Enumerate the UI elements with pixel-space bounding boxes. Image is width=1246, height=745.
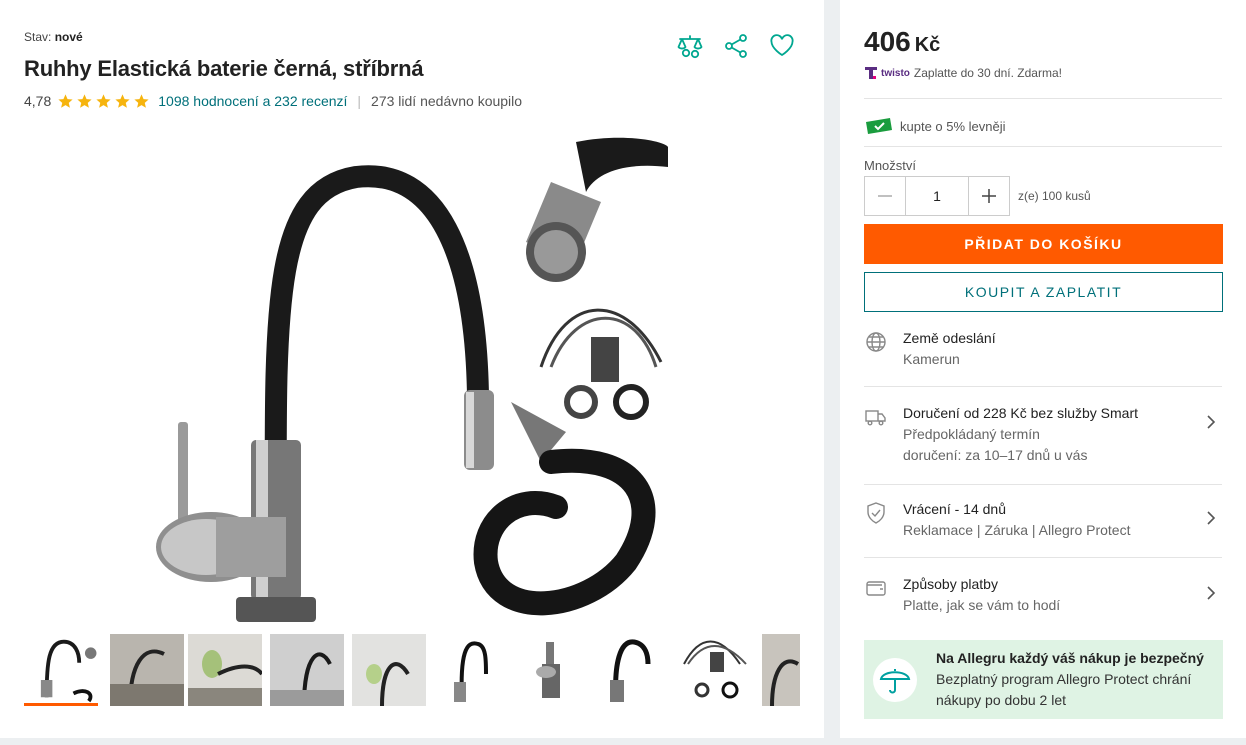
thumbnail[interactable] [270,634,344,707]
rating-value: 4,78 [24,93,52,109]
protect-text-1: Bezplatný program Allegro Protect chrání [936,671,1192,687]
reviews-link[interactable]: 1098 hodnocení a 232 recenzí [158,93,347,109]
buy-box: 406 Kč twisto Zaplatte do 30 dní. Zdarma!… [840,0,1246,738]
quantity-stepper [864,176,1010,216]
product-actions [676,32,796,60]
rating-row: 4,78 1098 hodnocení a 232 recenzí | 273 … [24,92,522,110]
info-title: Vrácení - 14 dnů [903,501,1006,517]
twisto-logo-icon [865,67,877,79]
product-main-image[interactable] [156,122,668,632]
protect-text-2: nákupy po dobu 2 let [936,692,1066,708]
quantity-label: Množství [864,158,917,173]
price-value: 406 [864,26,911,57]
product-panel: Stav: nové Ruhhy Elastická baterie černá… [0,0,824,738]
minus-icon [878,195,892,197]
add-to-cart-button[interactable]: PŘIDAT DO KOŠÍKU [864,224,1223,264]
globe-icon [866,332,886,352]
thumbnail[interactable] [188,634,264,706]
info-sub: Předpokládaný termín [903,426,1040,442]
star-icon [77,93,92,108]
divider [864,557,1222,558]
thumbnail[interactable] [24,634,98,706]
chevron-right-icon [1207,415,1216,429]
thumbnail[interactable] [352,634,426,707]
info-title: Země odeslání [903,330,996,346]
thumbnail-strip [24,634,800,708]
star-icon [96,93,111,108]
divider [864,146,1222,147]
thumbnail[interactable] [598,634,672,706]
star-icon [115,93,130,108]
thumbnail[interactable] [680,634,754,706]
condition-value: nové [54,30,83,44]
condition: Stav: nové [24,30,83,44]
chevron-right-icon [1207,586,1216,600]
quantity-decrease-button[interactable] [865,177,905,215]
thumbnail[interactable] [434,634,508,706]
chevron-right-icon [1207,511,1216,525]
info-sub-2: doručení: za 10–17 dnů u vás [903,447,1088,463]
rating-stars [57,93,152,110]
shipping-country-row: Země odeslání Kamerun [864,328,1222,370]
truck-icon [865,410,886,426]
bought-recently: 273 lidí nedávno koupilo [371,93,523,109]
umbrella-icon [873,657,917,702]
info-title: Doručení od 228 Kč bez služby Smart [903,405,1139,421]
discount-text: kupte o 5% levněji [900,118,1006,134]
payment-row[interactable]: Způsoby platby Platte, jak se vám to hod… [864,574,1222,616]
info-sub: Kamerun [903,351,960,367]
info-title: Způsoby platby [903,576,998,592]
info-sub: Reklamace | Záruka | Allegro Protect [903,522,1131,538]
divider [864,98,1222,99]
condition-label: Stav: [24,30,52,44]
plus-icon [982,189,996,203]
divider [864,484,1222,485]
thumbnail[interactable] [516,634,590,706]
protect-title: Na Allegru každý váš nákup je bezpečný [936,650,1204,666]
price: 406 Kč [864,26,940,58]
share-icon[interactable] [722,32,750,60]
delivery-row[interactable]: Doručení od 228 Kč bez služby Smart Před… [864,403,1222,466]
shield-icon [867,502,885,524]
heart-icon[interactable] [768,32,796,60]
twisto-text: Zaplatte do 30 dní. Zdarma! [913,66,1062,80]
twisto-offer[interactable]: twisto Zaplatte do 30 dní. Zdarma! [864,66,1062,80]
separator: | [357,93,362,109]
buy-now-button[interactable]: KOUPIT A ZAPLATIT [864,272,1223,312]
quantity-available: z(e) 100 kusů [1018,189,1091,203]
product-title: Ruhhy Elastická baterie černá, stříbrná [24,56,424,81]
price-currency: Kč [914,34,941,56]
wallet-icon [866,581,886,596]
allegro-protect-banner: Na Allegru každý váš nákup je bezpečný B… [864,640,1223,719]
scales-icon[interactable] [676,32,704,60]
quantity-increase-button[interactable] [969,177,1009,215]
discount-offer[interactable]: kupte o 5% levněji [864,116,1006,136]
info-sub: Platte, jak se vám to hodí [903,597,1061,613]
star-icon [58,93,73,108]
coupon-icon [866,118,892,134]
thumbnail[interactable] [110,634,184,707]
star-icon [134,93,149,108]
returns-row[interactable]: Vrácení - 14 dnů Reklamace | Záruka | Al… [864,499,1222,541]
twisto-brand: twisto [881,67,910,79]
divider [864,386,1222,387]
thumbnail[interactable] [762,634,800,707]
quantity-input[interactable] [905,177,969,215]
